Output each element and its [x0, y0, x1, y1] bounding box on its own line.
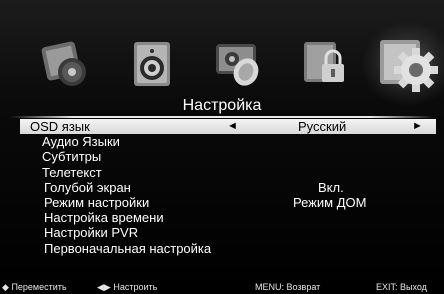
menu-icon-strip [10, 22, 444, 108]
menu-title: Настройка [182, 97, 262, 114]
row-label: OSD язык [30, 119, 90, 134]
tv-setup-menu: Настройка OSD язык ◄ Русский ► Аудио Язы… [0, 0, 444, 294]
arrow-left-icon[interactable]: ◄ [227, 119, 238, 134]
row-value: Вкл. [318, 179, 344, 195]
exit-hint: EXIT: Выход [376, 282, 427, 292]
adjust-hint: ◀▶ Настроить [97, 281, 157, 294]
row-label: Голубой экран [44, 179, 131, 195]
menu-row-time-setup[interactable]: Настройка времени [0, 210, 444, 225]
picture-icon [41, 41, 86, 86]
row-label: Первоначальная настройка [44, 240, 212, 256]
up-down-icon: ◆ [2, 282, 9, 292]
menu-row-initial-setup[interactable]: Первоначальная настройка [0, 241, 444, 256]
menu-row-teletext[interactable]: Телетекст [0, 165, 444, 180]
lock-icon [304, 42, 344, 82]
channel-icon [216, 44, 259, 86]
menu-row-audio-languages[interactable]: Аудио Языки [0, 134, 444, 149]
title-divider [10, 116, 434, 118]
channel-menu-tab[interactable] [200, 28, 276, 100]
settings-list: OSD язык ◄ Русский ► Аудио Языки Субтитр… [0, 119, 444, 256]
setup-gear-icon [380, 40, 438, 92]
row-label: Телетекст [42, 164, 102, 180]
key-hint-bar: ◆ Переместить ◀▶ Настроить MENU: Возврат… [0, 281, 444, 294]
setup-menu-tab[interactable] [362, 22, 444, 106]
menu-row-blue-screen[interactable]: Голубой экран Вкл. [0, 180, 444, 195]
picture-menu-tab[interactable] [28, 28, 104, 100]
arrow-right-icon[interactable]: ► [412, 119, 423, 134]
menu-row-setup-mode[interactable]: Режим настройки Режим ДОМ [0, 195, 444, 210]
menu-row-osd-language[interactable]: OSD язык ◄ Русский ► [20, 119, 436, 135]
move-hint-label: Переместить [11, 282, 67, 292]
row-label: Субтитры [42, 149, 102, 165]
left-right-icon: ◀▶ [97, 282, 111, 292]
row-label: Режим настройки [44, 194, 150, 210]
row-value: Русский [298, 119, 347, 134]
move-hint: ◆ Переместить [2, 281, 67, 294]
menu-back-hint: MENU: Возврат [255, 282, 321, 292]
sound-icon [134, 42, 170, 86]
adjust-hint-label: Настроить [113, 282, 158, 292]
row-label: Аудио Языки [42, 134, 120, 150]
menu-row-pvr-settings[interactable]: Настройки PVR [0, 225, 444, 240]
row-label: Настройки PVR [44, 225, 139, 241]
row-label: Настройка времени [44, 210, 164, 226]
lock-menu-tab[interactable] [286, 28, 362, 100]
row-value: Режим ДОМ [293, 194, 367, 210]
sound-menu-tab[interactable] [114, 28, 190, 100]
menu-row-subtitles[interactable]: Субтитры [0, 149, 444, 164]
